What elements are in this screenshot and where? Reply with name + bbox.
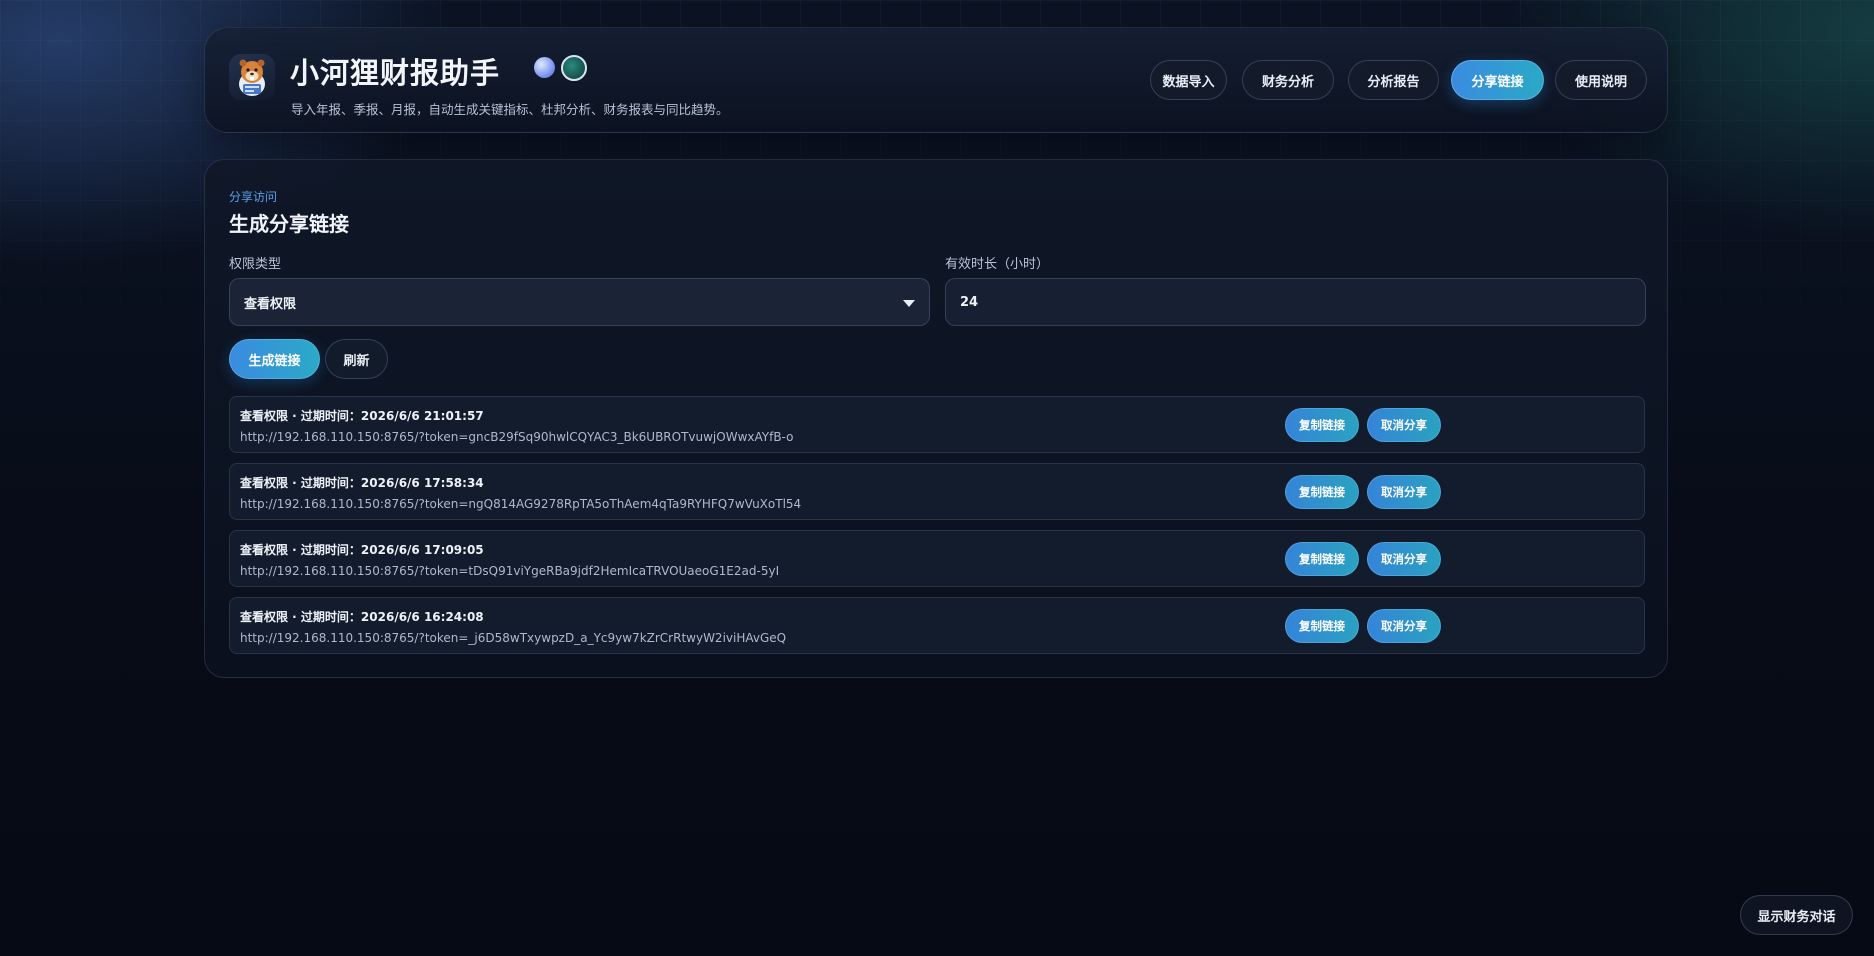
duration-label: 有效时长（小时） <box>945 257 1050 272</box>
cancel-share-button[interactable]: 取消分享 <box>1367 475 1441 509</box>
share-link-meta: 查看权限 · 过期时间：2026/6/6 16:24:08 <box>240 610 484 624</box>
share-link-panel: 分享访问 生成分享链接 权限类型 查看权限 有效时长（小时） 24 生成链接 刷… <box>204 159 1668 678</box>
app-header: 小河狸财报助手 导入年报、季报、月报，自动生成关键指标、杜邦分析、财务报表与同比… <box>204 27 1668 133</box>
nav-financial-analysis-button[interactable]: 财务分析 <box>1242 60 1334 100</box>
cancel-share-button[interactable]: 取消分享 <box>1367 542 1441 576</box>
share-link-meta: 查看权限 · 过期时间：2026/6/6 21:01:57 <box>240 409 484 423</box>
nav-share-link-button[interactable]: 分享链接 <box>1451 60 1544 100</box>
permission-type-value: 查看权限 <box>244 296 297 312</box>
theme-dark-dot[interactable] <box>561 55 587 81</box>
chevron-down-icon <box>903 300 915 307</box>
panel-eyebrow: 分享访问 <box>229 190 278 204</box>
share-link-url: http://192.168.110.150:8765/?token=_j6D5… <box>240 631 787 645</box>
share-link-url: http://192.168.110.150:8765/?token=tDsQ9… <box>240 564 780 578</box>
share-link-row: 查看权限 · 过期时间：2026/6/6 17:58:34 http://192… <box>229 463 1645 520</box>
duration-value: 24 <box>960 294 979 310</box>
duration-input[interactable]: 24 <box>945 278 1646 326</box>
panel-title: 生成分享链接 <box>229 212 349 236</box>
cancel-share-button[interactable]: 取消分享 <box>1367 609 1441 643</box>
show-finance-chat-button[interactable]: 显示财务对话 <box>1740 895 1853 935</box>
copy-link-button[interactable]: 复制链接 <box>1285 542 1359 576</box>
app-tagline: 导入年报、季报、月报，自动生成关键指标、杜邦分析、财务报表与同比趋势。 <box>291 102 729 117</box>
share-link-list: 查看权限 · 过期时间：2026/6/6 21:01:57 http://192… <box>229 396 1645 664</box>
share-link-row: 查看权限 · 过期时间：2026/6/6 17:09:05 http://192… <box>229 530 1645 587</box>
permission-type-label: 权限类型 <box>229 257 282 272</box>
share-link-row: 查看权限 · 过期时间：2026/6/6 16:24:08 http://192… <box>229 597 1645 654</box>
theme-light-dot[interactable] <box>534 57 555 78</box>
copy-link-button[interactable]: 复制链接 <box>1285 408 1359 442</box>
share-link-url: http://192.168.110.150:8765/?token=ngQ81… <box>240 497 802 511</box>
generate-link-button[interactable]: 生成链接 <box>229 339 320 379</box>
share-link-meta: 查看权限 · 过期时间：2026/6/6 17:09:05 <box>240 543 484 557</box>
copy-link-button[interactable]: 复制链接 <box>1285 475 1359 509</box>
nav-data-import-button[interactable]: 数据导入 <box>1150 60 1227 100</box>
nav-user-guide-button[interactable]: 使用说明 <box>1555 60 1647 100</box>
copy-link-button[interactable]: 复制链接 <box>1285 609 1359 643</box>
cancel-share-button[interactable]: 取消分享 <box>1367 408 1441 442</box>
permission-type-select[interactable]: 查看权限 <box>229 278 930 326</box>
share-link-row: 查看权限 · 过期时间：2026/6/6 21:01:57 http://192… <box>229 396 1645 453</box>
nav-analysis-report-button[interactable]: 分析报告 <box>1348 60 1439 100</box>
share-link-url: http://192.168.110.150:8765/?token=gncB2… <box>240 430 794 444</box>
app-title: 小河狸财报助手 <box>290 56 501 90</box>
share-link-meta: 查看权限 · 过期时间：2026/6/6 17:58:34 <box>240 476 484 490</box>
beaver-mascot-icon <box>229 54 275 100</box>
refresh-button[interactable]: 刷新 <box>325 339 388 379</box>
